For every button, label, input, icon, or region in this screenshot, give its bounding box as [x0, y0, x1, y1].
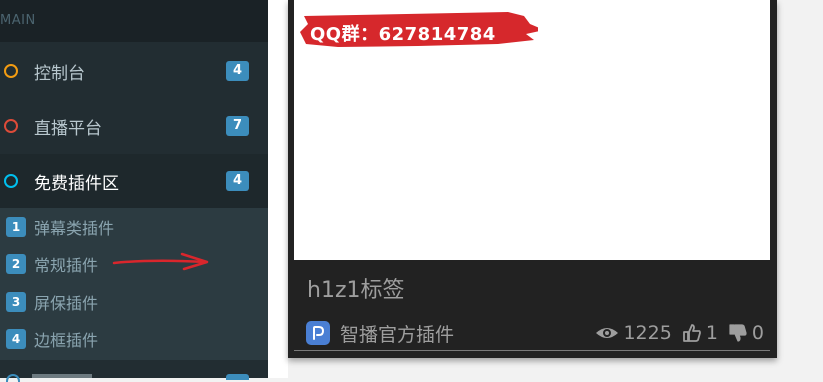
sidebar-item-free-plugins[interactable]: 免费插件区 4 — [0, 154, 268, 208]
sidebar: MAIN 控制台 4 直播平台 7 免费插件区 4 1 弹幕类插件 2 常规插件… — [0, 0, 268, 382]
brand-logo-icon — [306, 321, 330, 345]
number-badge: 4 — [6, 328, 26, 349]
number-badge: 2 — [6, 253, 26, 274]
count-badge — [226, 374, 249, 380]
sidebar-item-label: 控制台 — [34, 63, 85, 84]
submenu-item-label: 屏保插件 — [34, 293, 99, 313]
number-badge: 3 — [6, 291, 26, 312]
eye-icon — [596, 328, 619, 338]
submenu-item-label: 常规插件 — [34, 255, 99, 275]
sidebar-item-live-platform[interactable]: 直播平台 7 — [0, 99, 268, 153]
number-badge: 1 — [6, 216, 26, 237]
sidebar-section-header: MAIN — [0, 0, 268, 42]
submenu-item-screensaver-plugins[interactable]: 3 屏保插件 — [0, 283, 268, 320]
count-badge: 4 — [226, 61, 249, 81]
sidebar-item-label-cutoff — [32, 374, 92, 378]
card-footer: 智播官方插件 1225 1 0 — [306, 318, 764, 348]
count-badge: 4 — [226, 171, 249, 191]
submenu-item-border-plugins[interactable]: 4 边框插件 — [0, 320, 268, 357]
count-badge: 7 — [226, 116, 249, 136]
circle-icon — [4, 64, 18, 78]
submenu: 1 弹幕类插件 2 常规插件 3 屏保插件 4 边框插件 — [0, 208, 268, 360]
plugin-card[interactable]: QQ群：627814784 h1z1标签 智播官方插件 1225 1 0 — [288, 0, 777, 358]
dislikes-stat[interactable]: 0 — [728, 322, 764, 344]
plugin-preview-image: QQ群：627814784 — [294, 0, 770, 260]
dislikes-count: 0 — [751, 322, 764, 344]
submenu-item-label: 弹幕类插件 — [34, 218, 115, 238]
content-gap — [268, 0, 288, 378]
sidebar-item-console[interactable]: 控制台 4 — [0, 44, 268, 98]
author-name[interactable]: 智播官方插件 — [340, 320, 454, 347]
thumbs-up-icon[interactable] — [682, 323, 702, 343]
card-title[interactable]: h1z1标签 — [307, 272, 405, 304]
footer-divider — [294, 350, 770, 351]
sidebar-item-label: 免费插件区 — [34, 173, 119, 194]
views-stat: 1225 — [595, 322, 672, 344]
submenu-item-label: 边框插件 — [34, 330, 99, 350]
red-arrow-annotation — [112, 252, 209, 271]
circle-icon — [4, 119, 18, 133]
views-count: 1225 — [623, 322, 672, 344]
banner-text: QQ群：627814784 — [310, 24, 496, 45]
likes-stat[interactable]: 1 — [682, 322, 718, 344]
sidebar-item-cutoff[interactable] — [0, 360, 268, 382]
p-logo-icon — [313, 326, 325, 340]
sidebar-item-label: 直播平台 — [34, 118, 102, 139]
submenu-item-danmaku-plugins[interactable]: 1 弹幕类插件 — [0, 208, 268, 245]
circle-icon — [6, 374, 20, 382]
thumbs-down-icon[interactable] — [728, 323, 748, 343]
likes-count: 1 — [705, 322, 718, 344]
card-stats: 1225 1 0 — [585, 322, 764, 344]
circle-icon — [4, 174, 18, 188]
